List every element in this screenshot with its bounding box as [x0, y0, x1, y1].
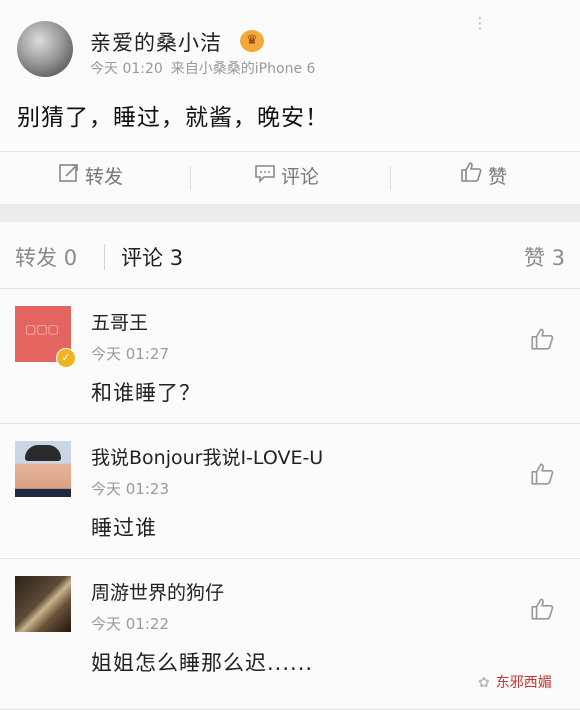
- comment-like-icon[interactable]: [529, 596, 555, 626]
- comment-button[interactable]: 评论: [254, 152, 319, 202]
- comment-item: 我说Bonjour我说I-LOVE-U 今天 01:23 睡过谁: [0, 424, 580, 559]
- comment-item: ▢▢▢ ✓ 五哥王 今天 01:27 和谁睡了？: [0, 289, 580, 424]
- action-divider: [390, 166, 391, 190]
- tab-forwards[interactable]: 转发 0: [15, 242, 77, 272]
- commenter-name[interactable]: 五哥王: [91, 308, 148, 335]
- thumbs-up-icon: [459, 153, 483, 203]
- tab-likes-label: 赞: [523, 246, 545, 270]
- tab-comments[interactable]: 评论 3: [121, 242, 183, 272]
- post-action-bar: 转发 评论 赞: [0, 151, 580, 202]
- weibo-post-card: 亲爱的桑小洁 ♛ 今天 01:20 来自小桑桑的iPhone 6 ⋮ 别猜了，睡过…: [0, 0, 580, 204]
- verified-badge-icon: ✓: [56, 348, 76, 368]
- forward-icon: [58, 153, 80, 203]
- comment-time: 今天 01:27: [91, 345, 169, 363]
- comment-label: 评论: [281, 166, 320, 188]
- more-icon[interactable]: ⋮: [470, 12, 490, 34]
- comment-like-icon[interactable]: [529, 326, 555, 356]
- tab-forwards-label: 转发: [15, 246, 57, 270]
- forward-button[interactable]: 转发: [58, 152, 123, 202]
- tab-likes-count: 3: [551, 246, 565, 270]
- wechat-logo-icon: ✿: [478, 675, 490, 691]
- action-divider: [190, 166, 191, 190]
- comment-time: 今天 01:23: [91, 480, 169, 498]
- comment-text: 睡过谁: [91, 516, 157, 540]
- commenter-name[interactable]: 我说Bonjour我说I-LOVE-U: [91, 443, 323, 470]
- post-text: 别猜了，睡过，就酱，晚安！: [17, 105, 329, 131]
- interaction-tabs: 转发 0 评论 3 赞 3: [0, 222, 580, 289]
- forward-label: 转发: [85, 166, 124, 188]
- like-button[interactable]: 赞: [459, 152, 507, 202]
- author-avatar[interactable]: [17, 21, 73, 77]
- tab-comments-count: 3: [169, 246, 184, 270]
- comment-text: 和谁睡了？: [91, 381, 201, 405]
- tab-forwards-count: 0: [63, 246, 78, 270]
- watermark: ✿ 东邪西媚: [478, 672, 552, 692]
- active-tab-indicator: [150, 281, 166, 289]
- comment-text: 姐姐怎么睡那么迟......: [91, 651, 314, 675]
- tab-likes[interactable]: 赞 3: [524, 242, 565, 272]
- tab-comments-label: 评论: [121, 246, 163, 270]
- post-source: 来自小桑桑的iPhone 6: [170, 61, 316, 77]
- watermark-text: 东邪西媚: [495, 675, 552, 691]
- post-time: 今天 01:20: [90, 61, 163, 77]
- member-crown-icon: ♛: [240, 30, 264, 52]
- tab-divider: [104, 244, 105, 270]
- like-label: 赞: [488, 166, 508, 188]
- comment-icon: [254, 153, 276, 203]
- author-name[interactable]: 亲爱的桑小洁: [90, 27, 222, 57]
- comment-like-icon[interactable]: [529, 461, 555, 491]
- comment-time: 今天 01:22: [91, 615, 169, 633]
- commenter-avatar[interactable]: [15, 576, 71, 632]
- commenter-avatar[interactable]: [15, 441, 71, 497]
- commenter-name[interactable]: 周游世界的狗仔: [91, 578, 224, 605]
- post-meta: 今天 01:20 来自小桑桑的iPhone 6: [90, 58, 315, 78]
